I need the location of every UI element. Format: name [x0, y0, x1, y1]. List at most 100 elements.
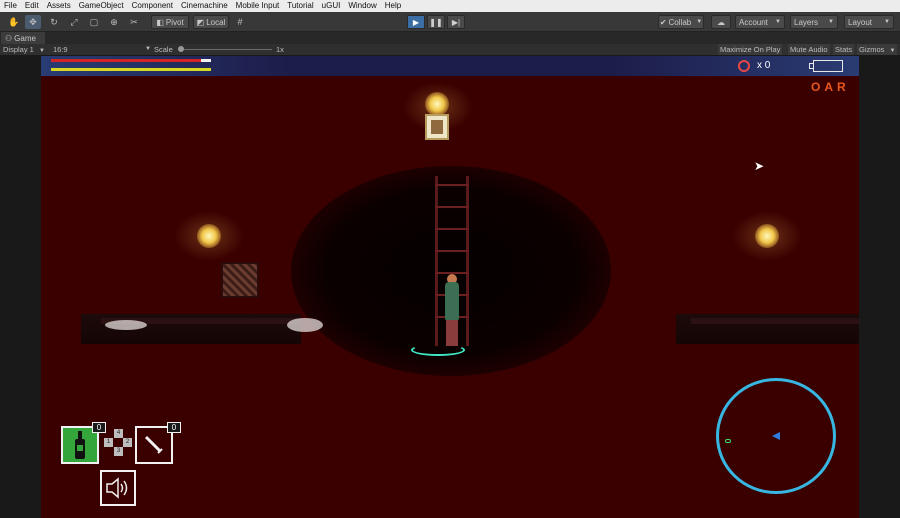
mouse-cursor-icon: ➤	[754, 159, 765, 173]
slot-count-knife: 0	[167, 422, 181, 433]
keypad-key-1[interactable]: 1	[104, 438, 113, 447]
chevron-down-icon: ▼	[696, 19, 703, 25]
speaker-button[interactable]	[100, 470, 136, 506]
radar-target-marker	[725, 439, 731, 443]
maximize-on-play-button[interactable]: Maximize On Play	[718, 44, 783, 55]
stats-button[interactable]: Stats	[833, 44, 855, 55]
tab-game-label: Game	[14, 33, 36, 43]
debris-left	[105, 320, 147, 330]
game-controller-icon: ⚇	[5, 33, 13, 43]
custom-tool-icon[interactable]: ✂	[126, 15, 142, 29]
keypad-key-3[interactable]: 3	[114, 447, 123, 456]
pause-icon: ❚❚	[429, 17, 443, 27]
game-viewport[interactable]: x 0 O A R 0 4 1 2 3 0 ➤	[41, 56, 859, 518]
menu-ugui[interactable]: uGUI	[318, 0, 345, 12]
menu-window[interactable]: Window	[344, 0, 380, 12]
display-label: Display 1	[3, 45, 34, 54]
rect-icon[interactable]: ▢	[86, 15, 102, 29]
stamina-bar	[51, 68, 211, 71]
grid-icon[interactable]: #	[232, 15, 248, 29]
menu-help[interactable]: Help	[381, 0, 405, 12]
gizmos-label: Gizmos	[859, 45, 885, 54]
ladder-rung	[435, 250, 469, 252]
slot-count-bottle: 0	[92, 422, 106, 433]
local-label: Local	[206, 17, 226, 27]
menu-gameobject[interactable]: GameObject	[75, 0, 128, 12]
ladder-rail	[466, 176, 469, 346]
collab-button[interactable]: ✔ Collab ▼	[658, 15, 704, 29]
bottle-icon	[75, 431, 85, 459]
collab-icon: ✔	[659, 17, 667, 27]
display-dropdown[interactable]: Display 1 ▼	[3, 44, 45, 57]
oar-letter-a: A	[824, 80, 834, 94]
menu-edit[interactable]: Edit	[21, 0, 43, 12]
speaker-icon	[106, 477, 128, 499]
scale-slider-handle[interactable]	[178, 46, 184, 52]
keypad-key-4[interactable]: 4	[114, 429, 123, 438]
play-button[interactable]: ▶	[407, 15, 425, 29]
layers-dropdown[interactable]: Layers ▼	[790, 15, 838, 29]
health-bar-empty	[201, 59, 211, 62]
radar-player-arrow	[772, 432, 780, 440]
scale-slider-track[interactable]	[178, 49, 272, 50]
vent-grate	[221, 262, 259, 298]
player-legs	[446, 320, 458, 346]
health-bar	[51, 59, 201, 62]
chevron-down-icon: ▼	[145, 46, 151, 52]
toolbar: ✋ ✥ ↻ ⤢ ▢ ⊕ ✂ ◧ Pivot ◩ Local # ▶ ❚❚ ▶| ✔ C…	[0, 12, 900, 32]
painting	[425, 114, 449, 140]
pivot-label: Pivot	[165, 17, 184, 27]
aspect-label: 16:9	[53, 45, 68, 54]
cloud-button[interactable]: ☁	[711, 15, 731, 29]
chevron-down-icon: ▼	[889, 48, 896, 54]
debris-center	[287, 318, 323, 332]
local-icon: ◩	[196, 17, 205, 27]
gizmos-dropdown[interactable]: Gizmos ▼	[857, 44, 898, 55]
scale-value: 1x	[276, 45, 284, 54]
scale-icon[interactable]: ⤢	[66, 15, 82, 29]
menu-mobile-input[interactable]: Mobile Input	[232, 0, 284, 12]
menu-cinemachine[interactable]: Cinemachine	[177, 0, 232, 12]
pivot-button[interactable]: ◧ Pivot	[151, 15, 189, 29]
rotate-icon[interactable]: ↻	[46, 15, 62, 29]
hand-icon[interactable]: ✋	[6, 15, 22, 29]
player-glow-ring	[411, 344, 465, 356]
pivot-icon: ◧	[156, 17, 164, 27]
pause-button[interactable]: ❚❚	[427, 15, 445, 29]
layout-label: Layout	[848, 17, 873, 27]
local-button[interactable]: ◩ Local	[193, 15, 229, 29]
battery-icon	[813, 60, 843, 72]
chevron-down-icon: ▼	[884, 19, 890, 25]
oar-indicator: O A R	[811, 80, 846, 94]
knife-icon	[144, 435, 163, 454]
player-character	[441, 274, 463, 348]
menu-bar: File Edit Assets GameObject Component Ci…	[0, 0, 900, 12]
mute-audio-button[interactable]: Mute Audio	[788, 44, 830, 55]
step-button[interactable]: ▶|	[447, 15, 465, 29]
lamp-right	[755, 224, 779, 248]
keypad-key-2[interactable]: 2	[123, 438, 132, 447]
menu-component[interactable]: Component	[128, 0, 177, 12]
menu-file[interactable]: File	[0, 0, 21, 12]
ladder-rung	[435, 184, 469, 186]
pipe-right	[691, 318, 859, 324]
aspect-dropdown[interactable]: 16:9	[53, 44, 149, 55]
menu-assets[interactable]: Assets	[43, 0, 75, 12]
account-dropdown[interactable]: Account ▼	[735, 15, 785, 29]
layout-dropdown[interactable]: Layout ▼	[844, 15, 894, 29]
transform-icon[interactable]: ⊕	[106, 15, 122, 29]
painting-figure	[431, 120, 443, 134]
move-icon[interactable]: ✥	[25, 15, 41, 29]
ladder-rail	[435, 176, 438, 346]
layers-label: Layers	[794, 17, 819, 27]
lamp-top	[425, 92, 449, 116]
ladder-rung	[435, 206, 469, 208]
oar-letter-r: R	[837, 80, 846, 94]
ladder-rung	[435, 228, 469, 230]
lamp-left	[197, 224, 221, 248]
cloud-icon: ☁	[717, 17, 725, 27]
menu-tutorial[interactable]: Tutorial	[283, 0, 317, 12]
tab-game[interactable]: ⚇ Game	[1, 32, 45, 44]
oar-letter-o: O	[811, 80, 821, 94]
chevron-down-icon: ▼	[828, 19, 834, 25]
